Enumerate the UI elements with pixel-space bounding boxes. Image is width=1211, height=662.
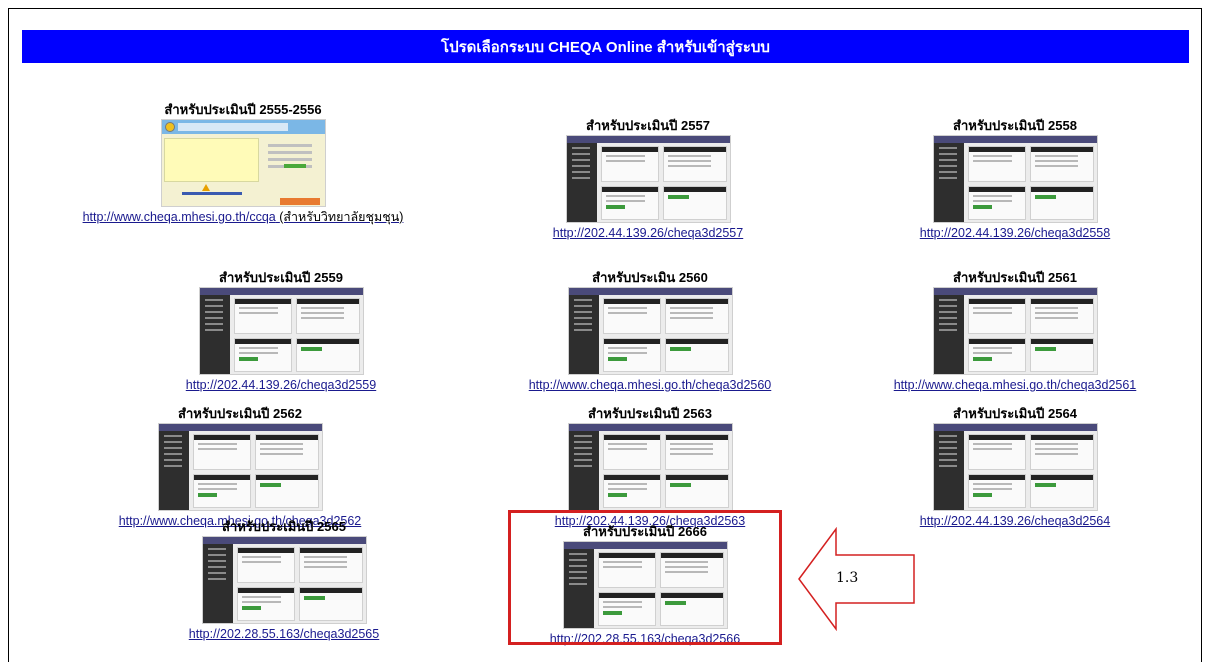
system-item-2560: สำหรับประเมิน 2560 http://www.cheqa.mhes… [470, 270, 830, 393]
system-item-2565: สำหรับประเมินปี 2565 http://202.28.55.16… [104, 519, 464, 642]
system-item-title: สำหรับประเมินปี 2666 [583, 524, 707, 539]
screenshot-thumbnail-icon[interactable] [160, 119, 326, 207]
callout-label: 1.3 [836, 570, 859, 586]
system-item-title: สำหรับประเมินปี 2562 [178, 406, 302, 421]
system-item-2562: สำหรับประเมินปี 2562 http://www.cheqa.mh… [60, 406, 420, 529]
system-item-link[interactable]: http://202.44.139.26/cheqa3d2557 [468, 225, 828, 241]
system-item-title: สำหรับประเมินปี 2561 [953, 270, 1077, 285]
system-item-link[interactable]: http://202.28.55.163/cheqa3d2566 [465, 631, 825, 647]
screenshot-thumbnail-icon[interactable] [932, 135, 1098, 223]
system-item-link[interactable]: http://www.cheqa.mhesi.go.th/cheqa3d2561 [835, 377, 1195, 393]
system-item-title: สำหรับประเมินปี 2555-2556 [164, 102, 322, 117]
system-item-2557: สำหรับประเมินปี 2557 http://202.44.139.2… [468, 118, 828, 241]
system-item-2561: สำหรับประเมินปี 2561 http://www.cheqa.mh… [835, 270, 1195, 393]
system-item-title: สำหรับประเมิน 2560 [592, 270, 708, 285]
system-item-title: สำหรับประเมินปี 2563 [588, 406, 712, 421]
system-link-url[interactable]: http://www.cheqa.mhesi.go.th/ccqa [83, 210, 276, 224]
system-item-2564: สำหรับประเมินปี 2564 http://202.44.139.2… [835, 406, 1195, 529]
system-item-link[interactable]: http://202.44.139.26/cheqa3d2559 [101, 377, 461, 393]
screenshot-thumbnail-icon[interactable] [932, 423, 1098, 511]
screenshot-thumbnail-icon[interactable] [562, 541, 728, 629]
system-item-link[interactable]: http://202.28.55.163/cheqa3d2565 [104, 626, 464, 642]
system-item-title: สำหรับประเมินปี 2564 [953, 406, 1077, 421]
system-link-note: (สำหรับวิทยาลัยชุมชุน) [279, 210, 404, 224]
system-item-2566: สำหรับประเมินปี 2666 http://202.28.55.16… [465, 524, 825, 647]
system-item-link[interactable]: http://www.cheqa.mhesi.go.th/ccqa (สำหรั… [63, 209, 423, 225]
system-item-title: สำหรับประเมินปี 2557 [586, 118, 710, 133]
screenshot-thumbnail-icon[interactable] [567, 287, 733, 375]
system-item-2555-2556: สำหรับประเมินปี 2555-2556 http://www.che… [63, 102, 423, 225]
screenshot-thumbnail-icon[interactable] [567, 423, 733, 511]
system-item-2563: สำหรับประเมินปี 2563 http://202.44.139.2… [470, 406, 830, 529]
screenshot-thumbnail-icon[interactable] [201, 536, 367, 624]
system-item-title: สำหรับประเมินปี 2558 [953, 118, 1077, 133]
system-item-title: สำหรับประเมินปี 2565 [222, 519, 346, 534]
banner-text: โปรดเลือกระบบ CHEQA Online สำหรับเข้าสู่… [441, 38, 770, 56]
system-item-title: สำหรับประเมินปี 2559 [219, 270, 343, 285]
screenshot-thumbnail-icon[interactable] [932, 287, 1098, 375]
screenshot-thumbnail-icon[interactable] [198, 287, 364, 375]
screenshot-thumbnail-icon[interactable] [565, 135, 731, 223]
system-item-2559: สำหรับประเมินปี 2559 http://202.44.139.2… [101, 270, 461, 393]
system-item-2558: สำหรับประเมินปี 2558 http://202.44.139.2… [835, 118, 1195, 241]
screenshot-thumbnail-icon[interactable] [157, 423, 323, 511]
system-item-link[interactable]: http://202.44.139.26/cheqa3d2558 [835, 225, 1195, 241]
system-item-link[interactable]: http://www.cheqa.mhesi.go.th/cheqa3d2560 [470, 377, 830, 393]
page-banner: โปรดเลือกระบบ CHEQA Online สำหรับเข้าสู่… [22, 30, 1189, 63]
